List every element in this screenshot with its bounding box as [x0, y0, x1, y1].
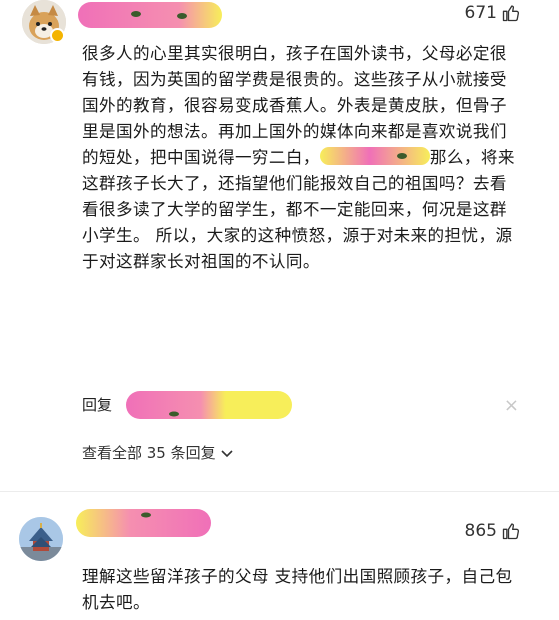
- like-button[interactable]: 865: [465, 521, 521, 541]
- reply-row: 回复: [82, 394, 112, 415]
- redacted-reply-user: [126, 391, 292, 419]
- like-count: 671: [464, 3, 497, 23]
- like-button[interactable]: 671: [465, 3, 521, 23]
- comment-divider: [0, 491, 559, 492]
- comment-body: 很多人的心里其实很明白，孩子在国外读书，父母必定很有钱，因为英国的留学费是很贵的…: [82, 41, 522, 275]
- reply-button[interactable]: 回复: [82, 396, 112, 414]
- comment-body: 理解这些留洋孩子的父母 支持他们出国照顾孩子，自己包机去吧。: [82, 567, 513, 612]
- thumbs-up-icon: [502, 5, 520, 22]
- commenter-avatar[interactable]: [19, 517, 63, 561]
- like-count: 865: [464, 521, 497, 541]
- view-all-replies-label: 查看全部 35 条回复: [82, 444, 216, 462]
- verified-badge-icon: [50, 28, 65, 43]
- view-all-replies-link[interactable]: 查看全部 35 条回复: [82, 442, 234, 463]
- thumbs-up-icon: [502, 523, 520, 540]
- redacted-username: [76, 509, 211, 537]
- close-reply-icon[interactable]: ×: [504, 395, 519, 416]
- redacted-username: [78, 2, 222, 28]
- redacted-text: [319, 147, 430, 165]
- chevron-down-icon: [221, 449, 233, 457]
